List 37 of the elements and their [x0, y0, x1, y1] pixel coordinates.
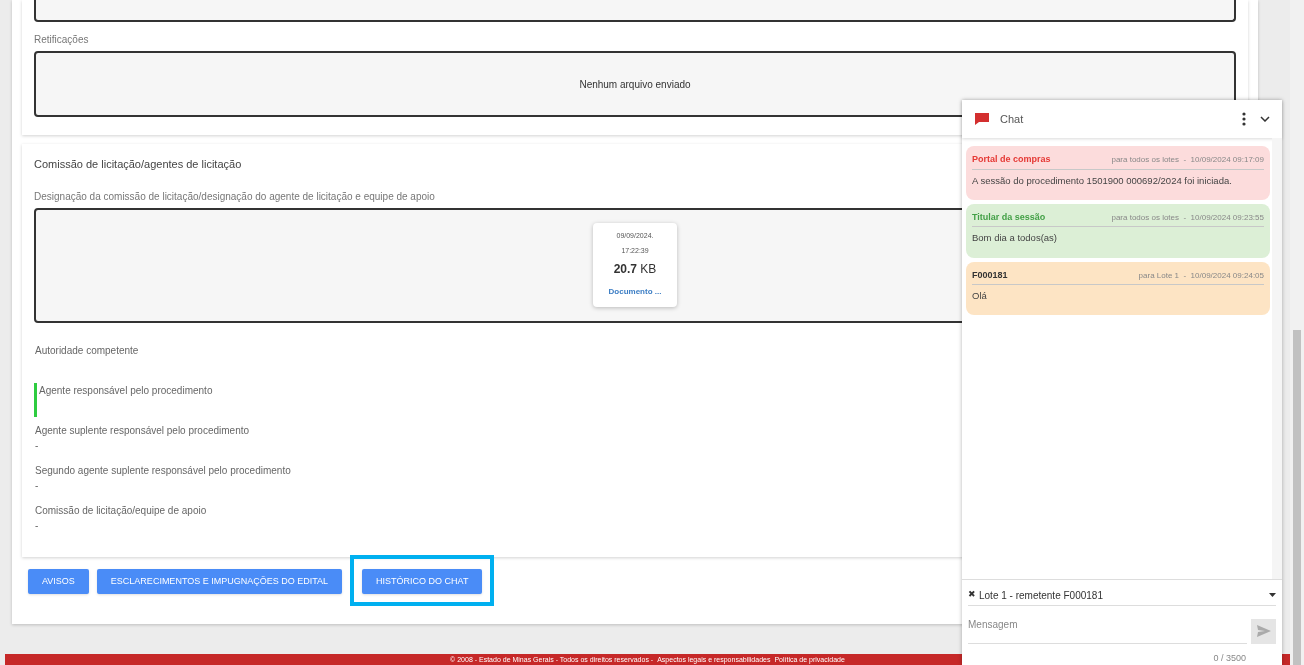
message-sender: F000181 — [972, 268, 1008, 282]
field-label: Retificações — [34, 33, 89, 47]
send-icon — [1256, 625, 1271, 637]
field-value: - — [35, 518, 40, 533]
message-sender: Titular da sessão — [972, 210, 1046, 224]
file-size: 20.7 KB — [613, 261, 657, 278]
section-title: Comissão de licitação/agentes de licitação — [34, 157, 242, 172]
message-meta: para todos os lotes - 10/09/2024 09:17:09 — [1111, 154, 1264, 166]
message-sender: Portal de compras — [972, 153, 1051, 166]
field-label: Agente suplente responsável pelo procedimento — [35, 423, 251, 438]
file-link[interactable]: Documento ... — [608, 286, 662, 298]
character-counter: 0 / 3500 — [1213, 651, 1246, 665]
action-button[interactable]: ESCLARECIMENTOS E IMPUGNAÇÕES DO EDITAL — [96, 568, 343, 594]
action-button[interactable]: AVISOS — [28, 568, 89, 594]
clear-icon[interactable]: ✖ — [968, 588, 976, 602]
page-scrollbar[interactable] — [1290, 0, 1304, 665]
message-text: Bom dia a todos(as) — [972, 231, 1058, 246]
empty-message: Nenhum arquivo enviado — [579, 77, 691, 92]
field-value: - — [35, 478, 40, 493]
field-label: Segundo agente suplente responsável pelo procedimento — [35, 463, 292, 478]
upload-dropzone[interactable] — [34, 0, 1236, 22]
field-label: Agente responsável pelo procedimento — [39, 383, 214, 398]
recipient-select[interactable]: ✖ Lote 1 - remetente F000181 — [968, 585, 1276, 606]
message-text: A sessão do procedimento 1501900 000692/2024 foi iniciada. — [972, 173, 1233, 188]
action-button[interactable]: HISTÓRICO DO CHAT — [362, 568, 483, 594]
field-value: - — [35, 438, 40, 453]
recipient-value: Lote 1 - remetente F000181 — [979, 588, 1103, 603]
field-label: Autoridade competente — [35, 343, 140, 358]
chat-scrollbar[interactable] — [1272, 138, 1282, 579]
message-input[interactable]: Mensagem — [968, 613, 1247, 644]
caret-icon — [1269, 593, 1276, 597]
message-text: Olá — [972, 289, 988, 303]
field-label: Comissão de licitação/equipe de apoio — [35, 503, 208, 518]
chevron-down-icon[interactable] — [1260, 116, 1270, 122]
field-label: Designação da comissão de licitação/designação do agente de licitação e equipe de apoio — [34, 189, 435, 204]
chat-icon — [974, 112, 990, 126]
more-options-icon[interactable] — [1242, 112, 1246, 126]
